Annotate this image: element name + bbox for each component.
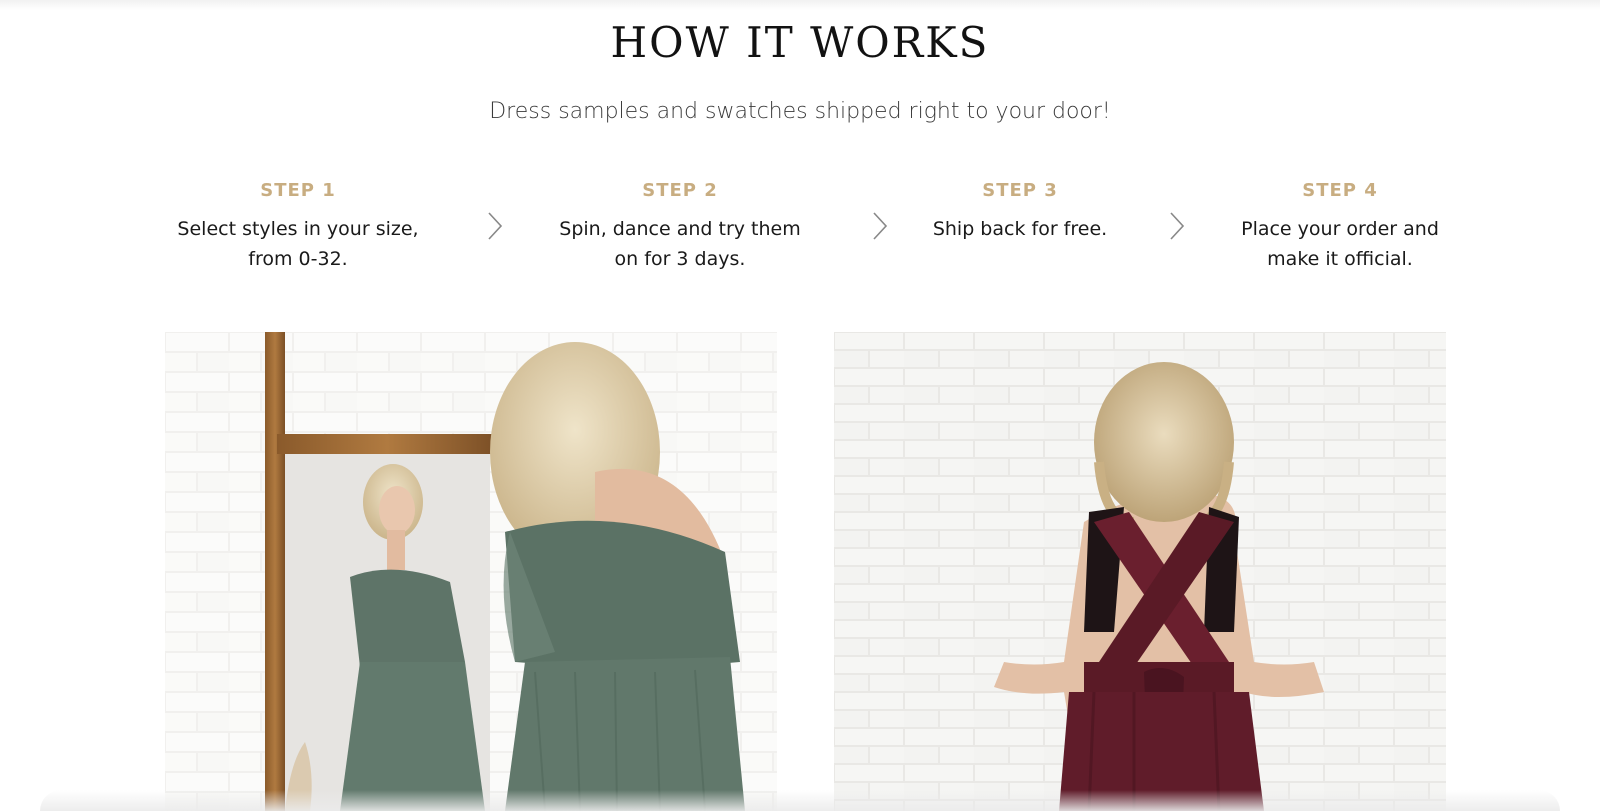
step-2-text: Spin, dance and try them on for 3 days. — [559, 218, 801, 270]
section-title: HOW IT WORKS — [610, 18, 990, 67]
step-4-text: Place your order and make it official. — [1241, 218, 1439, 270]
back-view-dress-photo[interactable] — [834, 332, 1446, 811]
step-1: STEP 1 Select styles in your size, from … — [168, 178, 428, 274]
step-2: STEP 2 Spin, dance and try them on for 3… — [540, 178, 820, 274]
step-2-label: STEP 2 — [642, 180, 718, 201]
chevron-right-icon — [873, 212, 888, 240]
chevron-right-icon — [1170, 212, 1185, 240]
mirror-try-on-photo[interactable] — [165, 332, 777, 811]
step-4-label: STEP 4 — [1302, 180, 1378, 201]
section-subtitle: Dress samples and swatches shipped right… — [489, 99, 1111, 124]
step-3-text: Ship back for free. — [932, 218, 1108, 240]
bottom-edge-shadow — [40, 790, 1560, 811]
step-4: STEP 4 Place your order and make it offi… — [1220, 178, 1460, 274]
top-edge-shadow — [0, 0, 1600, 10]
step-3: STEP 3 Ship back for free. — [910, 178, 1130, 244]
step-1-text: Select styles in your size, from 0-32. — [177, 218, 419, 270]
chevron-right-icon — [488, 212, 503, 240]
step-1-label: STEP 1 — [260, 180, 336, 201]
step-3-label: STEP 3 — [982, 180, 1058, 201]
